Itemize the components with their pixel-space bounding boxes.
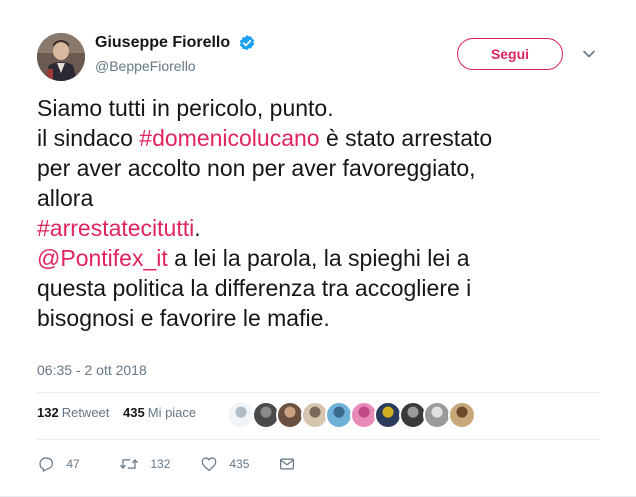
tweet-text-segment: è stato arrestato xyxy=(319,125,493,151)
liker-avatar[interactable] xyxy=(276,401,304,429)
heart-icon xyxy=(200,456,221,471)
user-fullname[interactable]: Giuseppe Fiorello xyxy=(95,34,230,52)
liker-avatar[interactable] xyxy=(227,401,255,429)
chevron-down-icon[interactable] xyxy=(581,46,597,62)
tweet-text-line: @Pontifex_it a lei la parola, la spieghi… xyxy=(37,243,597,273)
liker-avatar[interactable] xyxy=(447,401,476,429)
retweet-stat[interactable]: 132 Retweet xyxy=(37,405,109,420)
reply-icon xyxy=(37,456,58,472)
mention-link[interactable]: @Pontifex_it xyxy=(37,245,168,271)
follow-button[interactable]: Segui xyxy=(457,38,563,70)
retweet-count: 132 xyxy=(150,456,171,471)
user-info: Giuseppe Fiorello @BeppeFiorello xyxy=(95,34,256,74)
tweet-text-segment: bisognosi e favorire le mafie. xyxy=(37,305,330,331)
retweet-icon xyxy=(119,456,142,470)
tweet-stats: 132 Retweet 435 Mi piace xyxy=(37,405,206,420)
tweet-text-line: #arrestatecitutti. xyxy=(37,213,597,243)
liker-avatar[interactable] xyxy=(374,401,402,429)
tweet-timestamp[interactable]: 06:35 - 2 ott 2018 xyxy=(37,362,147,378)
tweet-card: Giuseppe Fiorello @BeppeFiorello Segui S… xyxy=(0,0,636,497)
liker-avatar[interactable] xyxy=(325,401,353,429)
tweet-text-line: questa politica la differenza tra accogl… xyxy=(37,273,597,303)
profile-avatar[interactable] xyxy=(37,33,85,81)
tweet-text-segment: per aver accolto non per aver favoreggia… xyxy=(37,155,476,181)
tweet-text-line: bisognosi e favorire le mafie. xyxy=(37,303,597,333)
tweet-text-segment: allora xyxy=(37,185,94,211)
divider xyxy=(37,439,600,440)
profile-photo xyxy=(37,33,85,81)
retweet-button[interactable]: 132 xyxy=(119,453,170,473)
divider xyxy=(37,392,600,393)
verified-badge-icon xyxy=(238,34,256,52)
tweet-text-segment: questa politica la differenza tra accogl… xyxy=(37,275,472,301)
tweet-text: Siamo tutti in pericolo, punto. il sindac… xyxy=(37,93,597,333)
retweet-stat-label: Retweet xyxy=(61,405,110,420)
like-stat-label: Mi piace xyxy=(147,405,197,420)
like-button[interactable]: 435 xyxy=(200,453,249,473)
retweet-stat-count: 132 xyxy=(37,405,59,420)
liker-avatar[interactable] xyxy=(423,401,451,429)
hashtag-link[interactable]: #arrestatecitutti xyxy=(37,215,194,241)
like-stat[interactable]: 435 Mi piace xyxy=(123,405,196,420)
user-screenname[interactable]: @BeppeFiorello xyxy=(95,58,256,74)
like-count: 435 xyxy=(229,456,250,471)
reply-count: 47 xyxy=(66,456,80,471)
hashtag-link[interactable]: #domenicolucano xyxy=(139,125,319,151)
tweet-text-line: Siamo tutti in pericolo, punto. xyxy=(37,93,597,123)
tweet-text-segment: . xyxy=(194,215,201,241)
tweet-text-segment: a lei la parola, la spieghi lei a xyxy=(167,245,470,271)
reply-button[interactable]: 47 xyxy=(37,453,80,473)
tweet-text-line: allora xyxy=(37,183,597,213)
like-stat-count: 435 xyxy=(123,405,145,420)
tweet-text-segment: il sindaco xyxy=(37,125,140,151)
tweet-text-line: per aver accolto non per aver favoreggia… xyxy=(37,153,597,183)
envelope-icon xyxy=(278,456,296,470)
tweet-text-segment: Siamo tutti in pericolo, punto. xyxy=(37,95,334,121)
tweet-text-line: il sindaco #domenicolucano è stato arres… xyxy=(37,123,597,153)
direct-message-button[interactable] xyxy=(278,453,296,473)
